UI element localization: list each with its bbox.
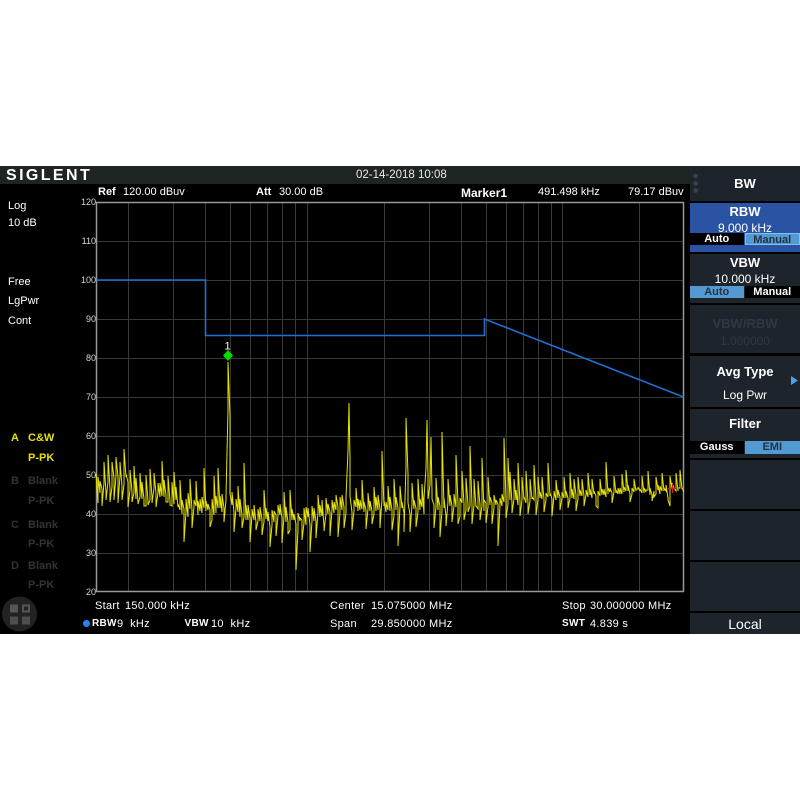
svg-text:1: 1 (225, 341, 231, 353)
